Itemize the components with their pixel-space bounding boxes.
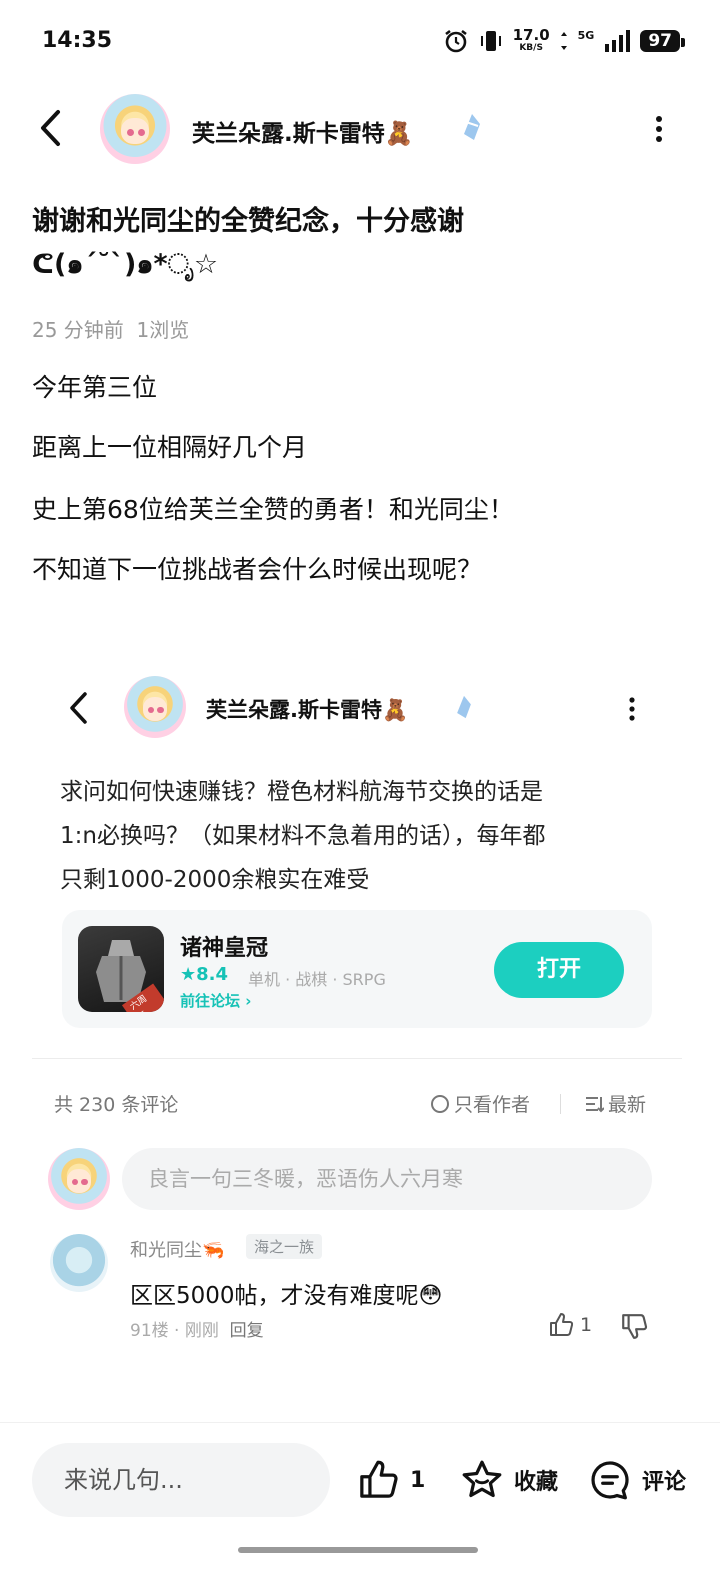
status-bar: 14:35 17.0 KB/S 5G 97 <box>0 0 720 80</box>
comment-like-button[interactable]: 1 <box>548 1312 592 1338</box>
divider <box>32 1058 682 1059</box>
data-arrows-icon <box>560 32 567 50</box>
more-options-icon[interactable] <box>652 114 666 144</box>
thumbs-up-icon <box>550 1313 574 1336</box>
status-time: 14:35 <box>42 28 113 53</box>
status-icons: 17.0 KB/S 5G 97 <box>443 26 685 56</box>
favorite-button[interactable]: 收藏 <box>460 1459 558 1501</box>
commenter-badge: 海之一族 <box>246 1234 323 1259</box>
alarm-icon <box>444 29 467 53</box>
commenter-avatar[interactable] <box>50 1234 108 1292</box>
post-paragraph: 不知道下一位挑战者会什么时候出现呢？ <box>32 555 483 584</box>
game-card[interactable]: 六周年 诸神皇冠 ★8.4 单机 · 战棋 · SRPG 前往论坛 › 打开 <box>62 910 652 1028</box>
commenter-name[interactable]: 和光同尘🦐 <box>130 1236 224 1262</box>
embed-more-icon <box>629 697 635 721</box>
radio-circle-icon <box>431 1094 449 1113</box>
game-tags: 单机 · 战棋 · SRPG <box>248 970 386 989</box>
post-paragraph: 史上第68位给芙兰全赞的勇者！和光同尘！ <box>32 495 514 524</box>
comment-text: 区区5000帖，才没有难度呢😳 <box>130 1283 443 1309</box>
comment-bubble-icon <box>591 1461 629 1500</box>
game-forum-link[interactable]: 前往论坛 › <box>180 990 251 1011</box>
embed-text-line: 1:n必换吗？（如果材料不急着用的话），每年都 <box>60 823 546 849</box>
filter-separator <box>560 1094 561 1114</box>
comment-meta: 91楼 · 刚刚 回复 <box>130 1321 264 1341</box>
like-button[interactable]: 1 <box>356 1459 425 1501</box>
post-title-line2: ᕦ(๑´˘`)๑*ೃ☆ <box>32 249 219 280</box>
post-title-line1: 谢谢和光同尘的全赞纪念，十分感谢 <box>32 206 464 237</box>
embedded-screenshot-header: 芙兰朵露.斯卡雷特🧸 <box>0 650 720 750</box>
reply-button[interactable]: 回复 <box>230 1321 264 1341</box>
embed-text-line: 只剩1000-2000余粮实在难受 <box>60 867 370 893</box>
sort-latest-button[interactable]: 最新 <box>584 1090 646 1117</box>
game-icon: 六周年 <box>78 926 164 1012</box>
comments-count: 共 230 条评论 <box>54 1094 179 1116</box>
vibrate-icon <box>480 31 501 51</box>
post-paragraph: 今年第三位 <box>32 373 158 402</box>
comment-input[interactable]: 良言一句三冬暖，恶语伤人六月寒 <box>122 1148 652 1210</box>
game-title: 诸神皇冠 <box>180 936 269 961</box>
bottom-comment-input[interactable]: 来说几句... <box>32 1443 330 1517</box>
embed-author-avatar <box>124 676 186 738</box>
signal-icon <box>605 30 631 52</box>
back-arrow-icon[interactable] <box>38 108 64 148</box>
author-avatar[interactable] <box>100 94 170 164</box>
embed-author-name: 芙兰朵露.斯卡雷特🧸 <box>206 698 409 722</box>
embed-rank-badge-icon <box>457 695 471 719</box>
post-paragraph: 距离上一位相隔好几个月 <box>32 433 308 462</box>
battery-indicator: 97 <box>640 30 685 52</box>
comment-button[interactable]: 评论 <box>588 1459 686 1501</box>
post-views: 1浏览 <box>136 318 190 342</box>
author-only-toggle[interactable]: 只看作者 <box>430 1090 530 1117</box>
my-avatar <box>48 1148 110 1210</box>
bottom-bar: 来说几句... 1 收藏 评论 <box>0 1422 720 1585</box>
star-icon <box>462 1460 502 1498</box>
embed-back-arrow-icon <box>70 692 87 724</box>
thumbs-up-icon <box>360 1460 398 1498</box>
net-speed: 17.0 KB/S <box>512 26 550 54</box>
embed-text-line: 求问如何快速赚钱？橙色材料航海节交换的话是 <box>60 779 543 805</box>
home-indicator[interactable] <box>238 1547 478 1553</box>
author-name[interactable]: 芙兰朵露.斯卡雷特🧸 <box>192 114 413 148</box>
sort-icon <box>586 1096 604 1112</box>
embed-post-text: 求问如何快速赚钱？橙色材料航海节交换的话是 1:n必换吗？（如果材料不急着用的话… <box>60 770 660 902</box>
post-header: 芙兰朵露.斯卡雷特🧸 <box>0 86 720 172</box>
post-meta: 25 分钟前 1浏览 <box>32 314 189 343</box>
post-time: 25 分钟前 <box>32 318 124 342</box>
rank-badge-icon <box>464 114 480 140</box>
open-game-button[interactable]: 打开 <box>494 942 624 998</box>
network-type: 5G <box>577 28 595 42</box>
game-rating: ★8.4 <box>180 964 229 985</box>
post-title: 谢谢和光同尘的全赞纪念，十分感谢 ᕦ(๑´˘`)๑*ೃ☆ <box>32 200 672 286</box>
thumbs-down-icon[interactable] <box>620 1312 648 1340</box>
